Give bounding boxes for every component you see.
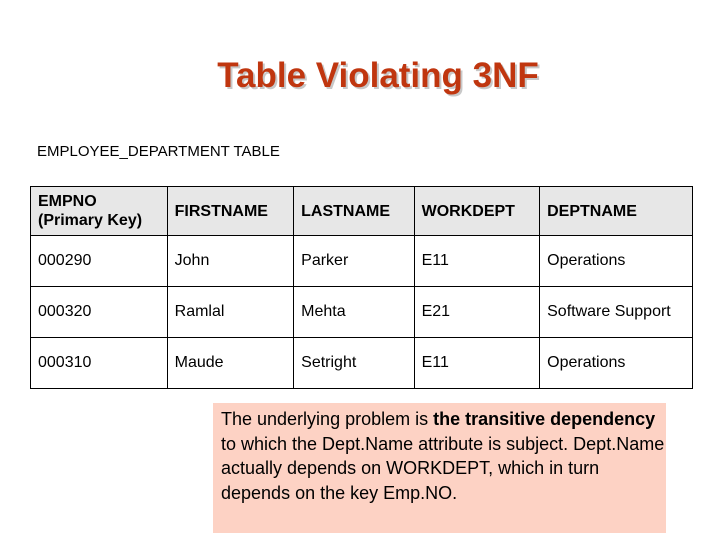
column-header-empno-label: EMPNO xyxy=(38,193,97,210)
column-header-firstname: FIRSTNAME xyxy=(166,186,295,236)
cell-firstname: Ramlal xyxy=(166,286,295,338)
column-header-deptname: DEPTNAME xyxy=(539,186,693,236)
table-row: 000320 Ramlal Mehta E21 Software Support xyxy=(30,286,693,338)
note-text-emphasis: the transitive dependency xyxy=(433,409,656,429)
cell-lastname: Mehta xyxy=(293,286,415,338)
cell-lastname: Parker xyxy=(293,235,415,287)
table-row: 000290 John Parker E11 Operations xyxy=(30,235,693,287)
column-header-lastname: LASTNAME xyxy=(293,186,415,236)
cell-firstname: John xyxy=(166,235,295,287)
note-text-rest: to which the Dept.Name attribute is subj… xyxy=(221,433,665,503)
cell-workdept: E11 xyxy=(413,337,541,389)
cell-empno: 000320 xyxy=(30,286,168,338)
cell-deptname: Software Support xyxy=(539,286,693,338)
cell-deptname: Operations xyxy=(539,337,693,389)
cell-deptname: Operations xyxy=(539,235,693,287)
note-text-intro: The underlying problem is xyxy=(221,409,434,429)
slide-title: Table Violating 3NF xyxy=(217,56,539,95)
cell-empno: 000290 xyxy=(30,235,168,287)
cell-workdept: E11 xyxy=(413,235,541,287)
explanation-note: The underlying problem is the transitive… xyxy=(213,403,666,533)
column-header-empno: EMPNO (Primary Key) xyxy=(30,186,168,236)
table-row: 000310 Maude Setright E11 Operations xyxy=(30,337,693,389)
column-header-empno-sublabel: (Primary Key) xyxy=(38,212,143,229)
table-caption: EMPLOYEE_DEPARTMENT TABLE xyxy=(37,143,280,160)
cell-workdept: E21 xyxy=(413,286,541,338)
table-header-row: EMPNO (Primary Key) FIRSTNAME LASTNAME W… xyxy=(30,186,693,236)
employee-department-table: EMPNO (Primary Key) FIRSTNAME LASTNAME W… xyxy=(30,186,693,389)
cell-lastname: Setright xyxy=(293,337,415,389)
cell-empno: 000310 xyxy=(30,337,168,389)
column-header-workdept: WORKDEPT xyxy=(413,186,541,236)
cell-firstname: Maude xyxy=(166,337,295,389)
